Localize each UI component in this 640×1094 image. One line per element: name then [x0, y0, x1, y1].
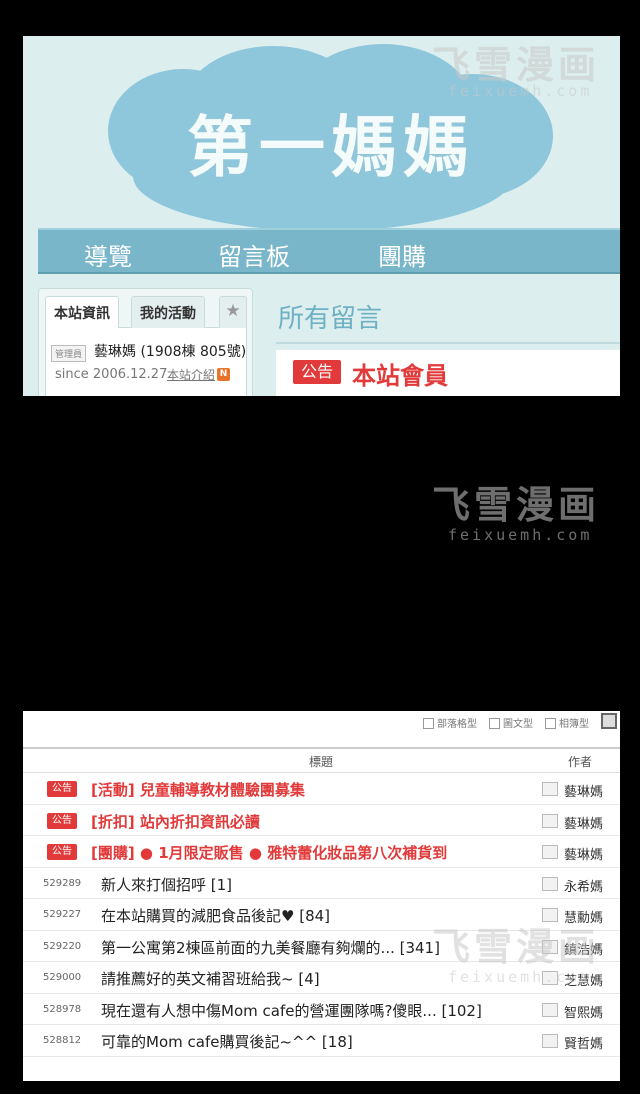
notice-badge: 公告 [47, 812, 77, 829]
post-author[interactable]: 慧勳媽 [564, 907, 603, 926]
notice-title[interactable]: 本站會員 [352, 356, 448, 391]
avatar-icon [542, 813, 558, 828]
list-view-icon[interactable] [601, 713, 617, 729]
post-author[interactable]: 賢哲媽 [564, 1033, 603, 1052]
avatar-icon [542, 876, 558, 891]
table-row[interactable]: 528978 現在還有人想中傷Mom cafe的營運團隊嗎?傻眼... [102]… [23, 994, 620, 1025]
avatar-icon [542, 782, 558, 796]
post-list: 公告 [活動] 兒童輔導教材體驗團募集 藝琳媽 公告 [折扣] 站內折扣資訊必讀 藝琳媽公… [23, 773, 620, 1057]
avatar-icon [542, 971, 558, 985]
post-number: 529220 [43, 940, 82, 952]
admin-badge: 管理員 [51, 345, 87, 362]
site-info-box: 本站資訊 我的活動 ★ 管理員 藝琳媽 (1908棟 805號) since 2… [38, 288, 253, 396]
notice-row[interactable]: 公告 [團購] ● 1月限定販售 ● 雅特蕾化妝品第八次補貨到 藝琳媽 [23, 836, 620, 868]
watermark-url: feixuemh.com [448, 526, 593, 544]
avatar-icon [542, 1034, 558, 1048]
post-title-link[interactable]: [折扣] 站內折扣資訊必讀 [91, 811, 260, 832]
avatar-icon [542, 908, 558, 922]
star-icon[interactable]: ★ [219, 296, 247, 328]
blog-view-icon [423, 718, 434, 729]
post-title-link[interactable]: 現在還有人想中傷Mom cafe的營運團隊嗎?傻眼... [102] [101, 1000, 482, 1021]
notice-badge: 公告 [47, 781, 77, 797]
post-author[interactable]: 芝慧媽 [564, 970, 603, 989]
post-title-link[interactable]: 可靠的Mom cafe購買後記~^^ [18] [101, 1031, 353, 1052]
board-list-panel: 部落格型 圖文型 相簿型 標題 作者 公告 [活動] 兒童輔導教材體驗團募集 藝琳媽… [23, 711, 620, 1081]
table-row[interactable]: 529000 請推薦好的英文補習班給我~ [4] 芝慧媽 [23, 962, 620, 994]
tab-my-activity[interactable]: 我的活動 [131, 296, 205, 328]
watermark: 飞雪漫画 feixuemh.com [418, 470, 618, 550]
table-header: 標題 作者 [23, 747, 620, 773]
post-number: 529289 [43, 877, 82, 889]
cafe-title: 第一媽媽 [187, 109, 475, 186]
notice-badge: 公告 [47, 844, 77, 860]
post-number: 529000 [43, 972, 82, 983]
divider [276, 342, 620, 344]
view-mode-bar: 部落格型 圖文型 相簿型 [23, 711, 620, 733]
all-messages-title[interactable]: 所有留言 [278, 298, 382, 335]
post-title-link[interactable]: 第一公寓第2棟區前面的九美餐廳有夠爛的... [341] [101, 937, 440, 958]
notice-badge: 公告 [293, 360, 341, 384]
avatar-icon [542, 845, 558, 859]
view-blog-button[interactable]: 部落格型 [423, 715, 477, 730]
post-author[interactable]: 鎮浩媽 [564, 939, 603, 958]
view-album-label: 相簿型 [559, 719, 589, 730]
post-title-link[interactable]: 新人來打個招呼 [1] [101, 874, 232, 895]
table-row[interactable]: 529220 第一公寓第2棟區前面的九美餐廳有夠爛的... [341] 鎮浩媽 [23, 931, 620, 962]
avatar-icon [542, 939, 558, 954]
avatar-icon [542, 1002, 558, 1017]
post-number: 529227 [43, 909, 82, 920]
main-nav-bar: 導覽 留言板 團購 [38, 228, 620, 274]
post-author[interactable]: 藝琳媽 [564, 813, 603, 832]
post-author[interactable]: 智熙媽 [564, 1002, 603, 1021]
table-row[interactable]: 529289 新人來打個招呼 [1] 永希媽 [23, 868, 620, 899]
nav-guide[interactable]: 導覽 [84, 237, 132, 272]
table-row[interactable]: 529227 在本站購買的減肥食品後記♥ [84] 慧勳媽 [23, 899, 620, 931]
view-blog-label: 部落格型 [437, 719, 477, 730]
view-album-button[interactable]: 相簿型 [545, 715, 589, 730]
view-image-label: 圖文型 [503, 719, 533, 730]
view-image-button[interactable]: 圖文型 [489, 715, 533, 730]
table-row[interactable]: 528812 可靠的Mom cafe購買後記~^^ [18] 賢哲媽 [23, 1025, 620, 1057]
cafe-header-panel: 第一媽媽 導覽 留言板 團購 本站資訊 我的活動 ★ 管理員 藝琳媽 (1908… [23, 36, 620, 396]
post-title-link[interactable]: [活動] 兒童輔導教材體驗團募集 [91, 779, 305, 800]
post-author[interactable]: 永希媽 [564, 876, 603, 895]
album-view-icon [545, 718, 556, 729]
post-author[interactable]: 藝琳媽 [564, 844, 603, 863]
admin-name[interactable]: 藝琳媽 (1908棟 805號) [94, 341, 246, 361]
notice-row[interactable]: 公告 [折扣] 站內折扣資訊必讀 藝琳媽 [23, 804, 620, 836]
post-title-link[interactable]: 在本站購買的減肥食品後記♥ [84] [101, 905, 330, 926]
new-badge-icon: N [217, 368, 230, 381]
site-intro-link[interactable]: 本站介紹 [167, 366, 215, 383]
post-number: 528978 [43, 1003, 82, 1015]
notice-row[interactable]: 公告 [活動] 兒童輔導教材體驗團募集 藝琳媽 [23, 773, 620, 805]
column-header-author: 作者 [568, 755, 593, 769]
post-number: 528812 [43, 1035, 82, 1046]
since-date: since 2006.12.27. [55, 367, 172, 382]
nav-group-buy[interactable]: 團購 [378, 237, 426, 272]
tab-site-info[interactable]: 本站資訊 [45, 296, 119, 328]
post-title-link[interactable]: 請推薦好的英文補習班給我~ [4] [101, 968, 320, 989]
watermark-title: 飞雪漫画 [432, 483, 601, 527]
image-view-icon [489, 718, 500, 729]
post-author[interactable]: 藝琳媽 [564, 781, 603, 800]
post-title-link[interactable]: [團購] ● 1月限定販售 ● 雅特蕾化妝品第八次補貨到 [91, 842, 447, 863]
column-header-title: 標題 [309, 755, 334, 769]
nav-message-board[interactable]: 留言板 [218, 237, 290, 272]
